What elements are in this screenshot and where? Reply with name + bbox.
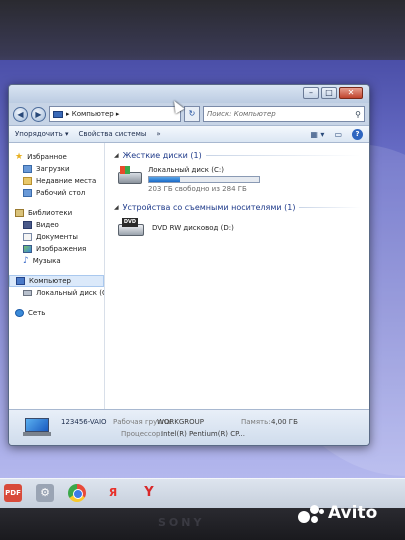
nav-computer[interactable]: Компьютер [9, 275, 104, 287]
desktop-folder-icon [23, 189, 32, 197]
address-bar-row: ◀ ▶ ▸ Компьютер ▸ ↻ Поиск: Компьютер ⚲ [9, 103, 369, 125]
nav-item-recent-places[interactable]: Недавние места [9, 175, 104, 187]
documents-library-icon [23, 233, 32, 241]
nav-libraries[interactable]: Библиотеки [9, 207, 104, 219]
hard-drive-icon [23, 290, 32, 296]
cpu-value: Intel(R) Pentium(R) CP... [161, 430, 245, 438]
nav-computer-label: Компьютер [29, 277, 71, 285]
nav-item-pictures[interactable]: Изображения [9, 243, 104, 255]
taskbar-yandex-app[interactable]: Y [140, 484, 158, 502]
nav-item-label: Изображения [36, 245, 87, 253]
nav-network[interactable]: Сеть [9, 307, 104, 319]
nav-item-video[interactable]: Видео [9, 219, 104, 231]
recent-places-icon [23, 177, 32, 185]
nav-favorites-label: Избранное [27, 153, 67, 161]
nav-item-label: Документы [36, 233, 78, 241]
minimize-button[interactable]: – [303, 87, 319, 99]
downloads-folder-icon [23, 165, 32, 173]
content-pane: ◢ Жесткие диски (1) Локальный диск (C:) … [106, 143, 369, 409]
dvd-drive-item[interactable]: DVD DVD RW дисковод (D:) [118, 218, 361, 238]
nav-favorites[interactable]: ★ Избранное [9, 151, 104, 163]
nav-libraries-label: Библиотеки [28, 209, 73, 217]
close-button[interactable]: ✕ [339, 87, 363, 99]
organize-menu[interactable]: Упорядочить ▾ [15, 130, 69, 138]
address-field[interactable]: ▸ Компьютер ▸ [49, 106, 181, 122]
drive-usage-fill [149, 177, 181, 182]
navigation-pane: ★ Избранное Загрузки Недавние места Рабо… [9, 143, 105, 409]
nav-item-label: Музыка [32, 257, 61, 265]
drive-name: DVD RW дисковод (D:) [152, 224, 234, 232]
help-icon[interactable]: ? [352, 128, 363, 140]
dvd-badge: DVD [122, 218, 138, 227]
cpu-label: Процессор: [121, 430, 163, 438]
taskbar-pdf-app[interactable]: PDF [4, 484, 22, 502]
drive-name: Локальный диск (C:) [148, 166, 224, 174]
explorer-body: ★ Избранное Загрузки Недавние места Рабо… [9, 143, 369, 409]
pictures-library-icon [23, 245, 32, 253]
drive-usage-bar [148, 176, 260, 183]
drive-free-space: 203 ГБ свободно из 284 ГБ [148, 185, 247, 193]
back-button[interactable]: ◀ [13, 106, 28, 122]
taskbar-yandex-browser[interactable]: Я [104, 484, 122, 502]
collapse-triangle-icon[interactable]: ◢ [114, 204, 119, 211]
laptop-brand-logo: SONY [158, 516, 205, 529]
network-icon [15, 309, 24, 317]
explorer-window[interactable]: – □ ✕ ◀ ▶ ▸ Компьютер ▸ ↻ Поиск: Компьют… [8, 84, 370, 446]
caption-buttons: – □ ✕ [303, 87, 363, 99]
video-library-icon [23, 221, 32, 229]
nav-item-music[interactable]: ♪ Музыка [9, 255, 104, 267]
workgroup-value: WORKGROUP [157, 418, 205, 426]
star-icon: ★ [15, 152, 24, 162]
details-pane: 123456-VAIO Рабочая группа: WORKGROUP Па… [9, 409, 369, 445]
hard-disks-group-header[interactable]: ◢ Жесткие диски (1) [114, 151, 361, 160]
nav-item-label: Локальный диск (C [36, 289, 104, 297]
nav-item-label: Рабочий стол [36, 189, 86, 197]
preview-pane-icon[interactable]: ▭ [334, 130, 342, 139]
search-input[interactable]: Поиск: Компьютер ⚲ [203, 106, 365, 122]
local-disk-c-item[interactable]: Локальный диск (C:) 203 ГБ свободно из 2… [118, 166, 361, 193]
refresh-button[interactable]: ↻ [184, 106, 200, 122]
nav-item-local-disk[interactable]: Локальный диск (C [9, 287, 104, 299]
search-icon[interactable]: ⚲ [355, 110, 361, 119]
computer-icon [16, 277, 25, 285]
computer-large-icon [23, 418, 51, 438]
nav-item-label: Недавние места [36, 177, 97, 185]
command-bar: Упорядочить ▾ Свойства системы » ▦ ▾ ▭ ? [9, 125, 369, 143]
windows-drive-icon [118, 166, 142, 186]
search-placeholder: Поиск: Компьютер [207, 110, 276, 118]
window-titlebar[interactable]: – □ ✕ [9, 85, 369, 103]
memory-value: 4,00 ГБ [271, 418, 298, 426]
taskbar-chrome-icon[interactable] [68, 484, 86, 502]
maximize-button[interactable]: □ [321, 87, 337, 99]
nav-item-documents[interactable]: Документы [9, 231, 104, 243]
removable-header-label: Устройства со съемными носителями (1) [122, 203, 296, 212]
nav-item-label: Видео [36, 221, 59, 229]
toolbar-overflow-button[interactable]: » [156, 130, 160, 138]
dvd-drive-icon: DVD [118, 218, 146, 238]
music-note-icon: ♪ [23, 256, 29, 266]
nav-network-label: Сеть [28, 309, 46, 317]
avito-watermark: Avito [328, 503, 378, 523]
hard-disks-header-label: Жесткие диски (1) [122, 151, 202, 160]
taskbar-settings-app[interactable]: ⚙ [36, 484, 54, 502]
forward-button[interactable]: ▶ [31, 106, 46, 122]
address-path[interactable]: ▸ Компьютер ▸ [66, 110, 119, 118]
removable-group-header[interactable]: ◢ Устройства со съемными носителями (1) [114, 203, 361, 212]
libraries-icon [15, 209, 24, 217]
system-properties-button[interactable]: Свойства системы [79, 130, 147, 138]
memory-label: Память: [241, 418, 271, 426]
collapse-triangle-icon[interactable]: ◢ [114, 152, 119, 159]
nav-item-label: Загрузки [36, 165, 70, 173]
computer-icon [53, 110, 63, 118]
computer-name: 123456-VAIO [61, 418, 107, 426]
avito-logo-icon [298, 503, 324, 525]
nav-item-desktop[interactable]: Рабочий стол [9, 187, 104, 199]
nav-item-downloads[interactable]: Загрузки [9, 163, 104, 175]
view-options-icon[interactable]: ▦ ▾ [310, 130, 324, 139]
